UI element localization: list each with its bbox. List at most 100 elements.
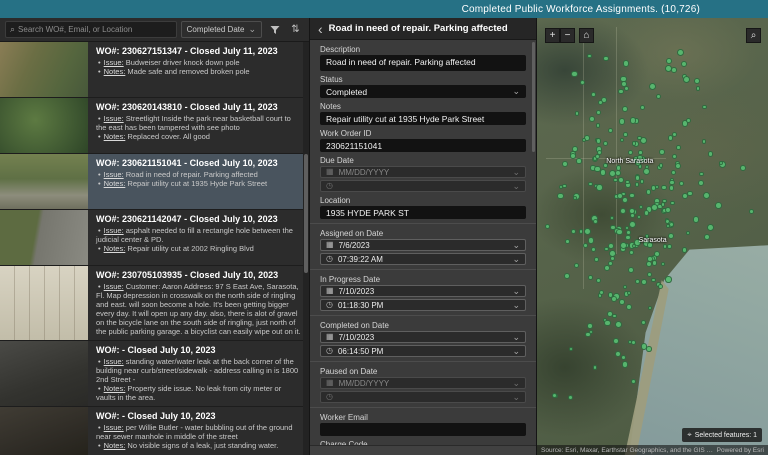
assignment-point[interactable] — [704, 234, 710, 240]
filter-button[interactable] — [266, 21, 283, 38]
assignment-point[interactable] — [641, 279, 647, 285]
work-order-list-item[interactable]: WO#: 230620143810 - Closed July 11, 2023… — [0, 98, 309, 154]
assignment-point[interactable] — [587, 54, 591, 58]
assignment-point[interactable] — [694, 78, 701, 85]
assignment-point[interactable] — [610, 256, 615, 261]
assignment-point[interactable] — [580, 80, 585, 85]
assignment-point[interactable] — [615, 321, 622, 328]
assignment-point[interactable] — [626, 304, 632, 310]
location-input[interactable]: 1935 HYDE PARK ST — [320, 206, 526, 219]
assignment-point[interactable] — [655, 185, 659, 189]
assignment-point[interactable] — [622, 197, 628, 203]
assignment-point[interactable] — [659, 149, 665, 155]
assignment-point[interactable] — [564, 273, 570, 279]
sort-order-button[interactable]: ⇅ — [287, 21, 304, 38]
work-order-list-item[interactable]: WO#: - Closed July 10, 2023 •Issue: per … — [0, 407, 309, 455]
assignment-point[interactable] — [635, 279, 640, 284]
assignment-point[interactable] — [646, 261, 652, 267]
sort-field-dropdown[interactable]: Completed Date ⌄ — [181, 21, 262, 38]
due-time-input[interactable]: ◷ ⌄ — [320, 180, 526, 192]
paused-time-input[interactable]: ◷ ⌄ — [320, 391, 526, 403]
assignment-point[interactable] — [708, 151, 713, 156]
assignment-point[interactable] — [630, 117, 636, 123]
assignment-point[interactable] — [604, 247, 608, 251]
assignment-point[interactable] — [616, 229, 622, 235]
assignment-point[interactable] — [715, 202, 722, 209]
assignment-point[interactable] — [613, 338, 619, 344]
home-button[interactable]: ⌂ — [579, 28, 594, 43]
powered-by-esri[interactable]: Powered by Esri — [717, 447, 764, 454]
assignment-point[interactable] — [702, 139, 706, 143]
in-progress-date-input[interactable]: ▦7/10/2023 ⌄ — [320, 285, 526, 297]
assignment-point[interactable] — [629, 250, 634, 255]
assignment-point[interactable] — [707, 224, 714, 231]
assignment-point[interactable] — [638, 150, 643, 155]
assignment-point[interactable] — [693, 216, 700, 223]
assignment-point[interactable] — [622, 361, 628, 367]
assignment-point[interactable] — [637, 215, 641, 219]
assignment-point[interactable] — [623, 60, 630, 67]
assignment-point[interactable] — [604, 320, 610, 326]
work-order-list-item-selected[interactable]: WO#: 230621151041 - Closed July 10, 2023… — [0, 154, 309, 210]
assignment-point[interactable] — [604, 265, 610, 271]
assignment-point[interactable] — [740, 165, 746, 171]
assignment-point[interactable] — [562, 184, 567, 189]
map[interactable]: North Sarasota Sarasota + − ⌂ ⌕ ⌖ Select… — [537, 18, 768, 455]
assignment-point[interactable] — [665, 207, 671, 213]
assignment-point[interactable] — [623, 132, 628, 137]
assignment-point[interactable] — [622, 106, 628, 112]
form-scrollbar-thumb[interactable] — [532, 42, 535, 152]
assignment-point[interactable] — [620, 242, 627, 249]
assignment-point[interactable] — [627, 291, 631, 295]
assignment-point[interactable] — [620, 208, 626, 214]
assignment-point[interactable] — [576, 158, 581, 163]
assignment-point[interactable] — [571, 71, 577, 77]
assignment-point[interactable] — [635, 182, 640, 187]
assignment-point[interactable] — [569, 347, 573, 351]
assignment-point[interactable] — [619, 118, 625, 124]
assignment-point[interactable] — [681, 61, 687, 67]
assignment-point[interactable] — [658, 284, 663, 289]
assignment-point[interactable] — [659, 163, 664, 168]
assignment-point[interactable] — [719, 161, 723, 165]
assignment-point[interactable] — [591, 247, 596, 252]
assignment-point[interactable] — [651, 204, 658, 211]
assigned-date-input[interactable]: ▦7/6/2023 ⌄ — [320, 239, 526, 251]
assignment-point[interactable] — [603, 56, 609, 62]
assignment-point[interactable] — [568, 395, 573, 400]
assignment-point[interactable] — [584, 228, 591, 235]
assignment-point[interactable] — [583, 243, 588, 248]
assignment-point[interactable] — [669, 185, 674, 190]
assignment-point[interactable] — [675, 163, 681, 169]
assignment-point[interactable] — [603, 141, 608, 146]
assignment-point[interactable] — [573, 196, 577, 200]
assignment-point[interactable] — [632, 141, 636, 145]
assignment-point[interactable] — [591, 92, 596, 97]
assignment-point[interactable] — [594, 257, 599, 262]
assignment-point[interactable] — [620, 138, 624, 142]
completed-date-input[interactable]: ▦7/10/2023 ⌄ — [320, 331, 526, 343]
assignment-point[interactable] — [596, 184, 602, 190]
work-order-list-item[interactable]: WO#: 230705103935 - Closed July 10, 2023… — [0, 266, 309, 341]
assignment-point[interactable] — [621, 355, 626, 360]
assignment-point[interactable] — [615, 351, 621, 357]
assignment-point[interactable] — [570, 153, 576, 159]
assignment-point[interactable] — [640, 105, 645, 110]
assignment-point[interactable] — [637, 136, 641, 140]
assignment-point[interactable] — [596, 110, 601, 115]
assignment-point[interactable] — [629, 193, 634, 198]
assigned-time-input[interactable]: ◷07:39:22 AM ⌄ — [320, 253, 526, 265]
assignment-point[interactable] — [686, 231, 690, 235]
zoom-out-button[interactable]: − — [560, 28, 575, 43]
assignment-point[interactable] — [608, 243, 614, 249]
search-box[interactable]: ⌕ — [5, 21, 177, 38]
assignment-point[interactable] — [703, 192, 710, 199]
assignment-point[interactable] — [749, 209, 754, 214]
paused-date-input[interactable]: ▦MM/DD/YYYY ⌄ — [320, 377, 526, 389]
work-order-list-item[interactable]: WO#: 230621142047 - Closed July 10, 2023… — [0, 210, 309, 266]
assignment-point[interactable] — [609, 250, 616, 257]
assignment-point[interactable] — [702, 105, 706, 109]
assignment-point[interactable] — [641, 320, 646, 325]
assignment-point[interactable] — [640, 179, 644, 183]
assignment-point[interactable] — [625, 235, 631, 241]
